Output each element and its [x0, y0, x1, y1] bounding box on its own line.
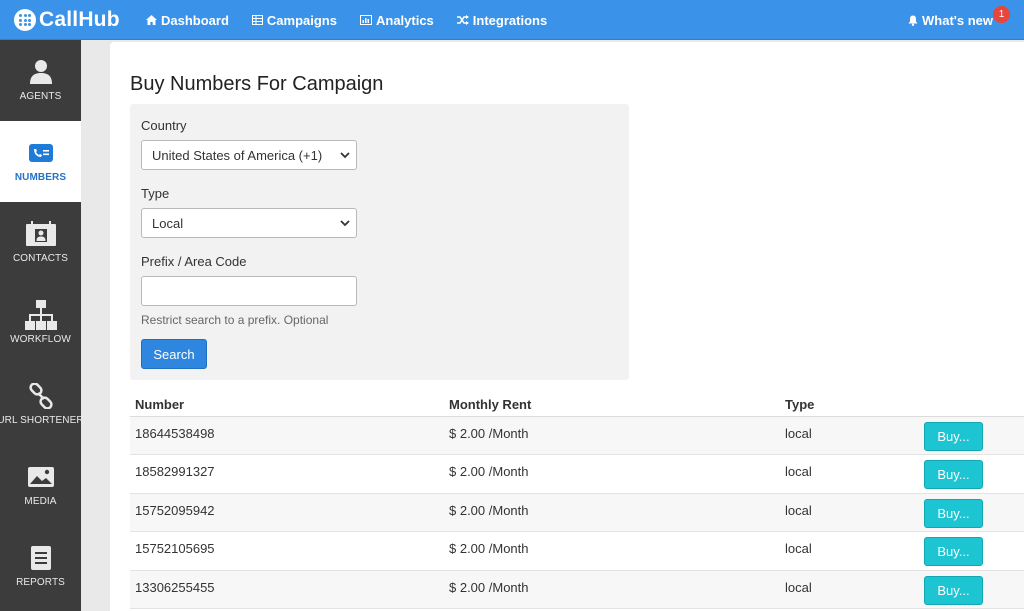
whats-new-button[interactable]: What's new	[908, 0, 993, 40]
shuffle-icon	[456, 15, 469, 25]
sidebar-item-media[interactable]: MEDIA	[0, 445, 81, 526]
logo-text: CallHub	[39, 8, 120, 31]
sidebar-item-label: NUMBERS	[14, 172, 67, 183]
nav-integrations[interactable]: Integrations	[456, 12, 548, 28]
column-header-number: Number	[135, 397, 185, 412]
notification-badge: 1	[993, 6, 1010, 23]
table-row: 13306255455 $ 2.00 /Month local Buy...	[130, 570, 1024, 609]
sidebar: AGENTS NUMBERS CONTACTS WORKFLOW URL SHO…	[0, 40, 84, 611]
home-icon	[146, 15, 157, 25]
prefix-input[interactable]	[141, 276, 357, 306]
top-navbar: CallHub Dashboard Campaigns Analytics In…	[0, 0, 1024, 40]
table-row: 18582991327 $ 2.00 /Month local Buy...	[130, 455, 1024, 494]
rent-cell: $ 2.00 /Month	[449, 579, 529, 595]
sidebar-item-contacts[interactable]: CONTACTS	[0, 202, 81, 283]
logo-icon	[14, 9, 36, 31]
number-cell: 15752095942	[135, 502, 215, 518]
sidebar-item-label: WORKFLOW	[10, 334, 71, 345]
rent-cell: $ 2.00 /Month	[449, 426, 529, 441]
nav-dashboard-label: Dashboard	[161, 12, 229, 28]
sidebar-item-label: MEDIA	[24, 496, 57, 507]
number-cell: 13306255455	[135, 579, 215, 595]
bell-icon	[908, 15, 918, 26]
callhub-logo[interactable]: CallHub	[14, 7, 120, 33]
sidebar-item-reports[interactable]: REPORTS	[0, 526, 81, 607]
country-label: Country	[141, 118, 187, 133]
chevron-down-icon	[340, 220, 350, 227]
buy-button[interactable]: Buy...	[924, 422, 983, 451]
prefix-label: Prefix / Area Code	[141, 254, 247, 269]
type-cell: local	[785, 464, 812, 480]
document-icon	[30, 544, 52, 572]
column-header-rent: Monthly Rent	[449, 397, 532, 412]
sidebar-item-url-shortener[interactable]: URL SHORTENER	[0, 364, 84, 445]
user-icon	[29, 58, 53, 86]
nav-analytics[interactable]: Analytics	[359, 12, 434, 28]
link-icon	[28, 382, 54, 410]
chart-icon	[359, 15, 372, 25]
type-cell: local	[785, 426, 812, 441]
table-icon	[251, 15, 263, 25]
number-cell: 18644538498	[135, 426, 215, 441]
sidebar-item-label: AGENTS	[19, 91, 62, 102]
phone-card-icon	[28, 139, 54, 167]
type-cell: local	[785, 579, 812, 595]
numbers-table: Number Monthly Rent Type 18644538498 $ 2…	[130, 392, 1024, 609]
table-body: 18644538498 $ 2.00 /Month local Buy... 1…	[130, 417, 1024, 609]
table-header: Number Monthly Rent Type	[130, 392, 1024, 417]
type-cell: local	[785, 541, 812, 557]
buy-button[interactable]: Buy...	[924, 537, 983, 567]
buy-button[interactable]: Buy...	[924, 460, 983, 490]
sidebar-item-label: REPORTS	[16, 577, 65, 588]
sidebar-item-label: URL SHORTENER	[0, 415, 84, 426]
column-header-type: Type	[785, 397, 815, 412]
buy-button[interactable]: Buy...	[924, 575, 983, 605]
number-cell: 15752105695	[135, 541, 215, 557]
main-panel: Buy Numbers For Campaign Country United …	[110, 42, 1024, 611]
whats-new-label: What's new	[922, 12, 993, 28]
nav-dashboard[interactable]: Dashboard	[146, 13, 229, 28]
type-select-value: Local	[152, 215, 184, 231]
rent-cell: $ 2.00 /Month	[449, 541, 529, 557]
page-title: Buy Numbers For Campaign	[130, 73, 384, 95]
table-row: 18644538498 $ 2.00 /Month local Buy...	[130, 417, 1024, 456]
nav-campaigns-label: Campaigns	[266, 12, 337, 28]
country-select[interactable]: United States of America (+1)	[141, 140, 357, 170]
contact-card-icon	[25, 220, 57, 248]
search-form: Country United States of America (+1) Ty…	[130, 104, 629, 380]
nav-campaigns[interactable]: Campaigns	[251, 12, 337, 28]
prefix-help-text: Restrict search to a prefix. Optional	[141, 313, 329, 327]
sidebar-item-workflow[interactable]: WORKFLOW	[0, 283, 81, 364]
buy-button[interactable]: Buy...	[924, 498, 983, 528]
sidebar-item-label: CONTACTS	[12, 253, 69, 264]
type-cell: local	[785, 502, 812, 518]
search-button[interactable]: Search	[141, 339, 207, 369]
main-nav: Dashboard Campaigns Analytics Integratio…	[146, 0, 570, 40]
nav-integrations-label: Integrations	[472, 12, 548, 28]
type-select[interactable]: Local	[141, 208, 357, 238]
sidebar-item-agents[interactable]: AGENTS	[0, 40, 81, 121]
country-select-value: United States of America (+1)	[152, 147, 323, 163]
number-cell: 18582991327	[135, 464, 215, 480]
chevron-down-icon	[340, 152, 350, 159]
sitemap-icon	[24, 300, 57, 330]
sidebar-item-numbers[interactable]: NUMBERS	[0, 121, 81, 202]
nav-analytics-label: Analytics	[375, 12, 434, 28]
table-row: 15752095942 $ 2.00 /Month local Buy...	[130, 493, 1024, 533]
table-row: 15752105695 $ 2.00 /Month local Buy...	[130, 532, 1024, 571]
rent-cell: $ 2.00 /Month	[449, 502, 529, 518]
type-label: Type	[141, 186, 170, 201]
image-icon	[27, 463, 55, 491]
rent-cell: $ 2.00 /Month	[449, 464, 529, 480]
